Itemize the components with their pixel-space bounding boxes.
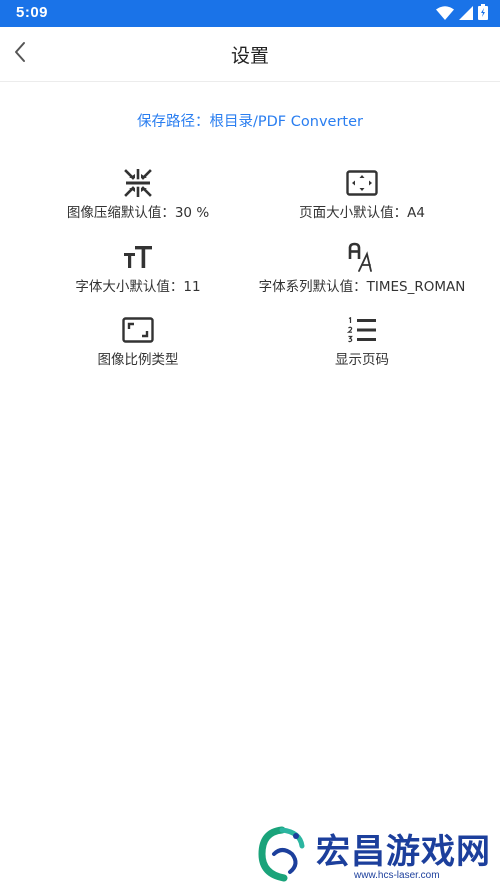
- watermark-domain: www.hcs-laser.com: [354, 870, 440, 881]
- dragon-logo-icon: [252, 824, 312, 886]
- status-icons: [436, 4, 488, 24]
- watermark-brand: 宏昌游戏网: [316, 832, 491, 872]
- setting-label: 字体系列默认值：TIMES_ROMAN: [258, 279, 466, 295]
- setting-font-size[interactable]: 字体大小默认值：11: [18, 240, 258, 300]
- status-time: 5:09: [16, 4, 49, 21]
- setting-font-family[interactable]: 字体系列默认值：TIMES_ROMAN: [242, 240, 482, 300]
- setting-show-page-numbers[interactable]: 显示页码: [242, 313, 482, 373]
- setting-label: 图像比例类型: [97, 352, 179, 368]
- page-size-icon: [345, 166, 379, 200]
- setting-image-compression[interactable]: 图像压缩默认值：30 %: [18, 166, 258, 226]
- wifi-icon: [436, 5, 454, 24]
- setting-page-size[interactable]: 页面大小默认值：A4: [242, 166, 482, 226]
- numbered-list-icon: [345, 313, 379, 347]
- status-bar: 5:09: [0, 0, 500, 27]
- signal-icon: [459, 5, 473, 24]
- font-family-icon: [345, 240, 379, 274]
- aspect-ratio-icon: [121, 313, 155, 347]
- setting-image-aspect-ratio[interactable]: 图像比例类型: [18, 313, 258, 373]
- setting-label: 字体大小默认值：11: [75, 279, 201, 295]
- battery-icon: [478, 4, 488, 24]
- app-bar: 设置: [0, 27, 500, 82]
- setting-label: 图像压缩默认值：30 %: [66, 205, 210, 221]
- setting-label: 页面大小默认值：A4: [299, 205, 425, 221]
- save-path-link[interactable]: 保存路径：根目录/PDF Converter: [0, 110, 500, 131]
- page-title: 设置: [230, 45, 269, 67]
- setting-label: 显示页码: [335, 352, 389, 368]
- compress-icon: [121, 166, 155, 200]
- font-size-icon: [121, 240, 155, 274]
- watermark: 宏昌游戏网 www.hcs-laser.com: [246, 822, 496, 884]
